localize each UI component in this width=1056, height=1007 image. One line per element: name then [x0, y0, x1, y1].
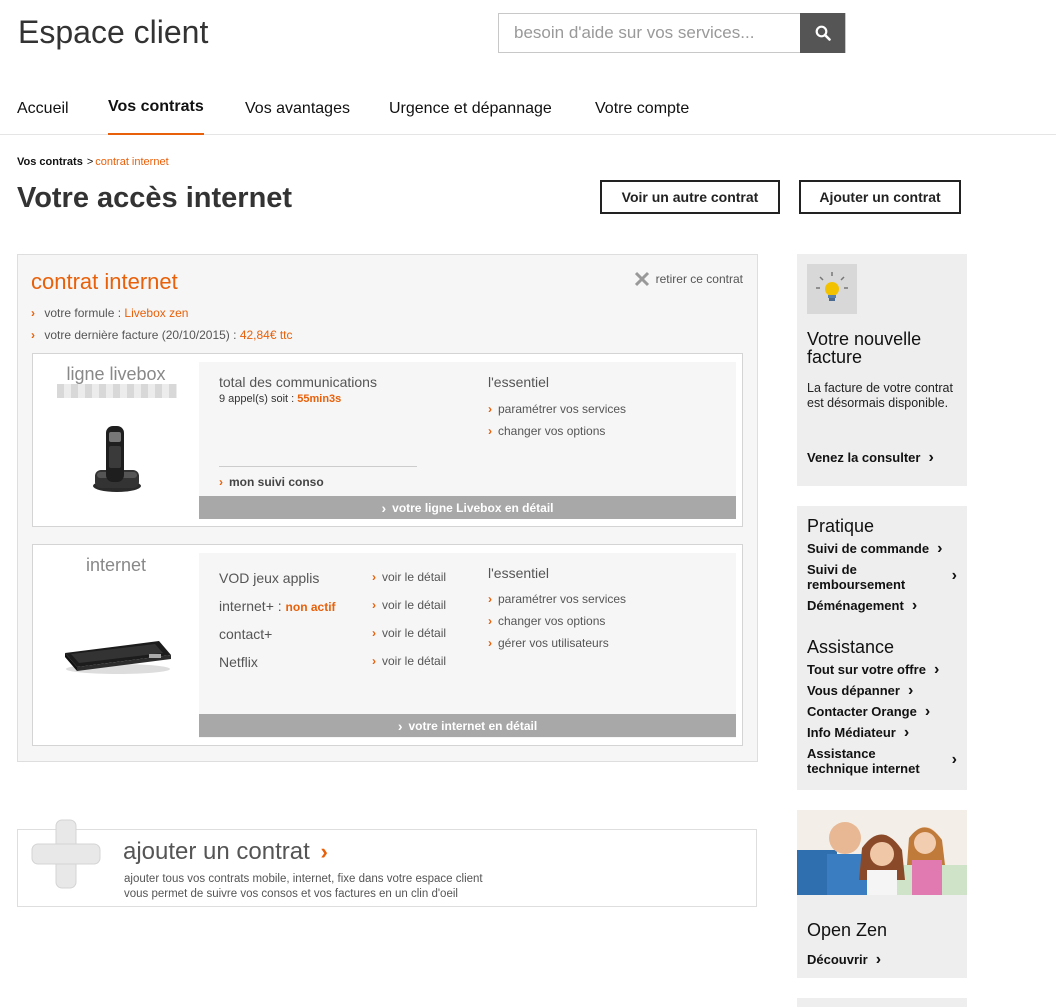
- usage-tracking-link[interactable]: mon suivi conso: [219, 475, 324, 489]
- service-internet-plus-status: non actif: [285, 600, 336, 614]
- chevron-right-icon: ›: [951, 751, 957, 768]
- formula-value[interactable]: Livebox zen: [124, 306, 188, 320]
- internet-plus-detail-link[interactable]: voir le détail: [372, 598, 446, 612]
- tech-support-label: Assistance technique internet: [807, 746, 920, 776]
- last-bill-line: votre dernière facture (20/10/2015) : 42…: [31, 328, 293, 342]
- help-links-card: Pratique Suivi de commande Suivi de remb…: [797, 506, 967, 790]
- tab-vos-contrats[interactable]: Vos contrats: [108, 98, 204, 135]
- remove-contract-link[interactable]: retirer ce contrat: [634, 271, 743, 287]
- tech-support-link[interactable]: Assistance technique internet ›: [807, 746, 957, 776]
- family-photo: [797, 810, 967, 895]
- contract-panel: contrat internet retirer ce contrat votr…: [17, 254, 758, 762]
- lightbulb-icon: [807, 264, 857, 314]
- tab-vos-avantages[interactable]: Vos avantages: [245, 100, 350, 135]
- add-contract-description: ajouter tous vos contrats mobile, intern…: [124, 872, 544, 902]
- divider: [219, 466, 417, 467]
- new-bill-card: Votre nouvelle facture La facture de vot…: [797, 254, 967, 486]
- add-contract-desc-line2: vous permet de suivre vos consos et vos …: [124, 888, 458, 900]
- internet-detail-button[interactable]: votre internet en détail: [199, 714, 736, 737]
- service-internet-plus: internet+ : non actif: [219, 598, 336, 614]
- refund-tracking-link[interactable]: Suivi de remboursement ›: [807, 562, 957, 592]
- search-icon: [815, 25, 831, 41]
- add-contract-title[interactable]: ajouter un contrat ›: [123, 838, 328, 866]
- contact-plus-detail-link[interactable]: voir le détail: [372, 626, 446, 640]
- close-icon: [634, 271, 649, 287]
- moving-link[interactable]: Déménagement: [807, 598, 917, 613]
- remove-contract-label: retirer ce contrat: [655, 272, 743, 286]
- internet-inner: VOD jeux applis internet+ : non actif co…: [199, 553, 736, 738]
- internet-essentials-title: l'essentiel: [488, 565, 550, 581]
- formula-line: votre formule : Livebox zen: [31, 306, 188, 320]
- breadcrumb-root[interactable]: Vos contrats: [17, 156, 83, 168]
- next-sidebar-card: [797, 998, 967, 1007]
- pratique-title: Pratique: [807, 516, 875, 536]
- add-contract-button[interactable]: Ajouter un contrat: [799, 180, 961, 214]
- add-contract-card[interactable]: ajouter un contrat › ajouter tous vos co…: [17, 819, 757, 907]
- livebox-line-card: ligne livebox total des communications 9…: [32, 353, 743, 527]
- mediator-info-link[interactable]: Info Médiateur: [807, 725, 909, 740]
- order-tracking-link[interactable]: Suivi de commande: [807, 541, 942, 556]
- chevron-right-icon: ›: [320, 839, 328, 864]
- internet-essentials-users[interactable]: gérer vos utilisateurs: [488, 636, 609, 650]
- view-bill-link[interactable]: Venez la consulter: [807, 450, 934, 465]
- assistance-title: Assistance: [807, 637, 895, 657]
- calls-text: 9 appel(s) soit :: [219, 393, 295, 405]
- last-bill-value[interactable]: 42,84€ ttc: [240, 328, 293, 342]
- contract-title: contrat internet: [31, 269, 178, 294]
- new-bill-text: La facture de votre contrat est désormai…: [807, 381, 953, 410]
- offer-info-link[interactable]: Tout sur votre offre: [807, 662, 939, 677]
- refund-tracking-label: Suivi de remboursement: [807, 562, 906, 592]
- livebox-line-inner: total des communications 9 appel(s) soit…: [199, 362, 736, 519]
- essentials-title: l'essentiel: [488, 374, 550, 390]
- comms-title: total des communications: [219, 374, 377, 390]
- app-title: Espace client: [18, 14, 209, 50]
- add-contract-title-text: ajouter un contrat: [123, 838, 310, 865]
- discover-link[interactable]: Découvrir: [807, 952, 881, 967]
- internet-essentials-options[interactable]: changer vos options: [488, 614, 605, 628]
- essentials-link-settings[interactable]: paramétrer vos services: [488, 402, 626, 416]
- internet-title: internet: [85, 555, 147, 575]
- netflix-detail-link[interactable]: voir le détail: [372, 654, 446, 668]
- service-netflix: Netflix: [219, 654, 258, 670]
- tab-accueil[interactable]: Accueil: [17, 100, 69, 135]
- main-nav: Accueil Vos contrats Vos avantages Urgen…: [0, 92, 1056, 135]
- service-vod: VOD jeux applis: [219, 570, 320, 586]
- last-bill-label: votre dernière facture (20/10/2015) :: [44, 328, 237, 342]
- calls-summary: 9 appel(s) soit : 55min3s: [219, 393, 341, 405]
- formula-label: votre formule :: [44, 306, 122, 320]
- phone-number-blurred: [57, 384, 177, 398]
- open-zen-card: Open Zen Découvrir: [797, 810, 967, 978]
- search-input[interactable]: [499, 14, 801, 52]
- plus-icon: [31, 819, 101, 889]
- essentials-link-options[interactable]: changer vos options: [488, 424, 605, 438]
- tab-votre-compte[interactable]: Votre compte: [595, 100, 689, 135]
- calls-duration: 55min3s: [297, 393, 342, 405]
- breadcrumb: Vos contrats > contrat internet: [17, 156, 169, 168]
- search-button[interactable]: [800, 13, 845, 53]
- livebox-image: [65, 641, 171, 674]
- other-contract-button[interactable]: Voir un autre contrat: [600, 180, 780, 214]
- open-zen-title: Open Zen: [807, 920, 888, 940]
- tab-urgence-depannage[interactable]: Urgence et dépannage: [389, 100, 552, 135]
- vod-detail-link[interactable]: voir le détail: [372, 570, 446, 584]
- contact-orange-link[interactable]: Contacter Orange: [807, 704, 930, 719]
- add-contract-desc-line1: ajouter tous vos contrats mobile, intern…: [124, 873, 483, 885]
- livebox-line-title: ligne livebox: [66, 364, 166, 384]
- chevron-right-icon: ›: [951, 567, 957, 584]
- search-box: [498, 13, 846, 53]
- service-internet-plus-name: internet+ :: [219, 598, 282, 614]
- breadcrumb-current: contrat internet: [95, 156, 169, 168]
- internet-essentials-settings[interactable]: paramétrer vos services: [488, 592, 626, 606]
- service-contact-plus: contact+: [219, 626, 273, 642]
- breadcrumb-separator: >: [86, 156, 94, 168]
- new-bill-title: Votre nouvelle facture: [807, 329, 922, 367]
- phone-image: [93, 426, 141, 492]
- troubleshoot-link[interactable]: Vous dépanner: [807, 683, 913, 698]
- page-title: Votre accès internet: [17, 182, 293, 214]
- internet-card: internet VOD jeux applis internet+ : non…: [32, 544, 743, 746]
- livebox-line-detail-button[interactable]: votre ligne Livebox en détail: [199, 496, 736, 519]
